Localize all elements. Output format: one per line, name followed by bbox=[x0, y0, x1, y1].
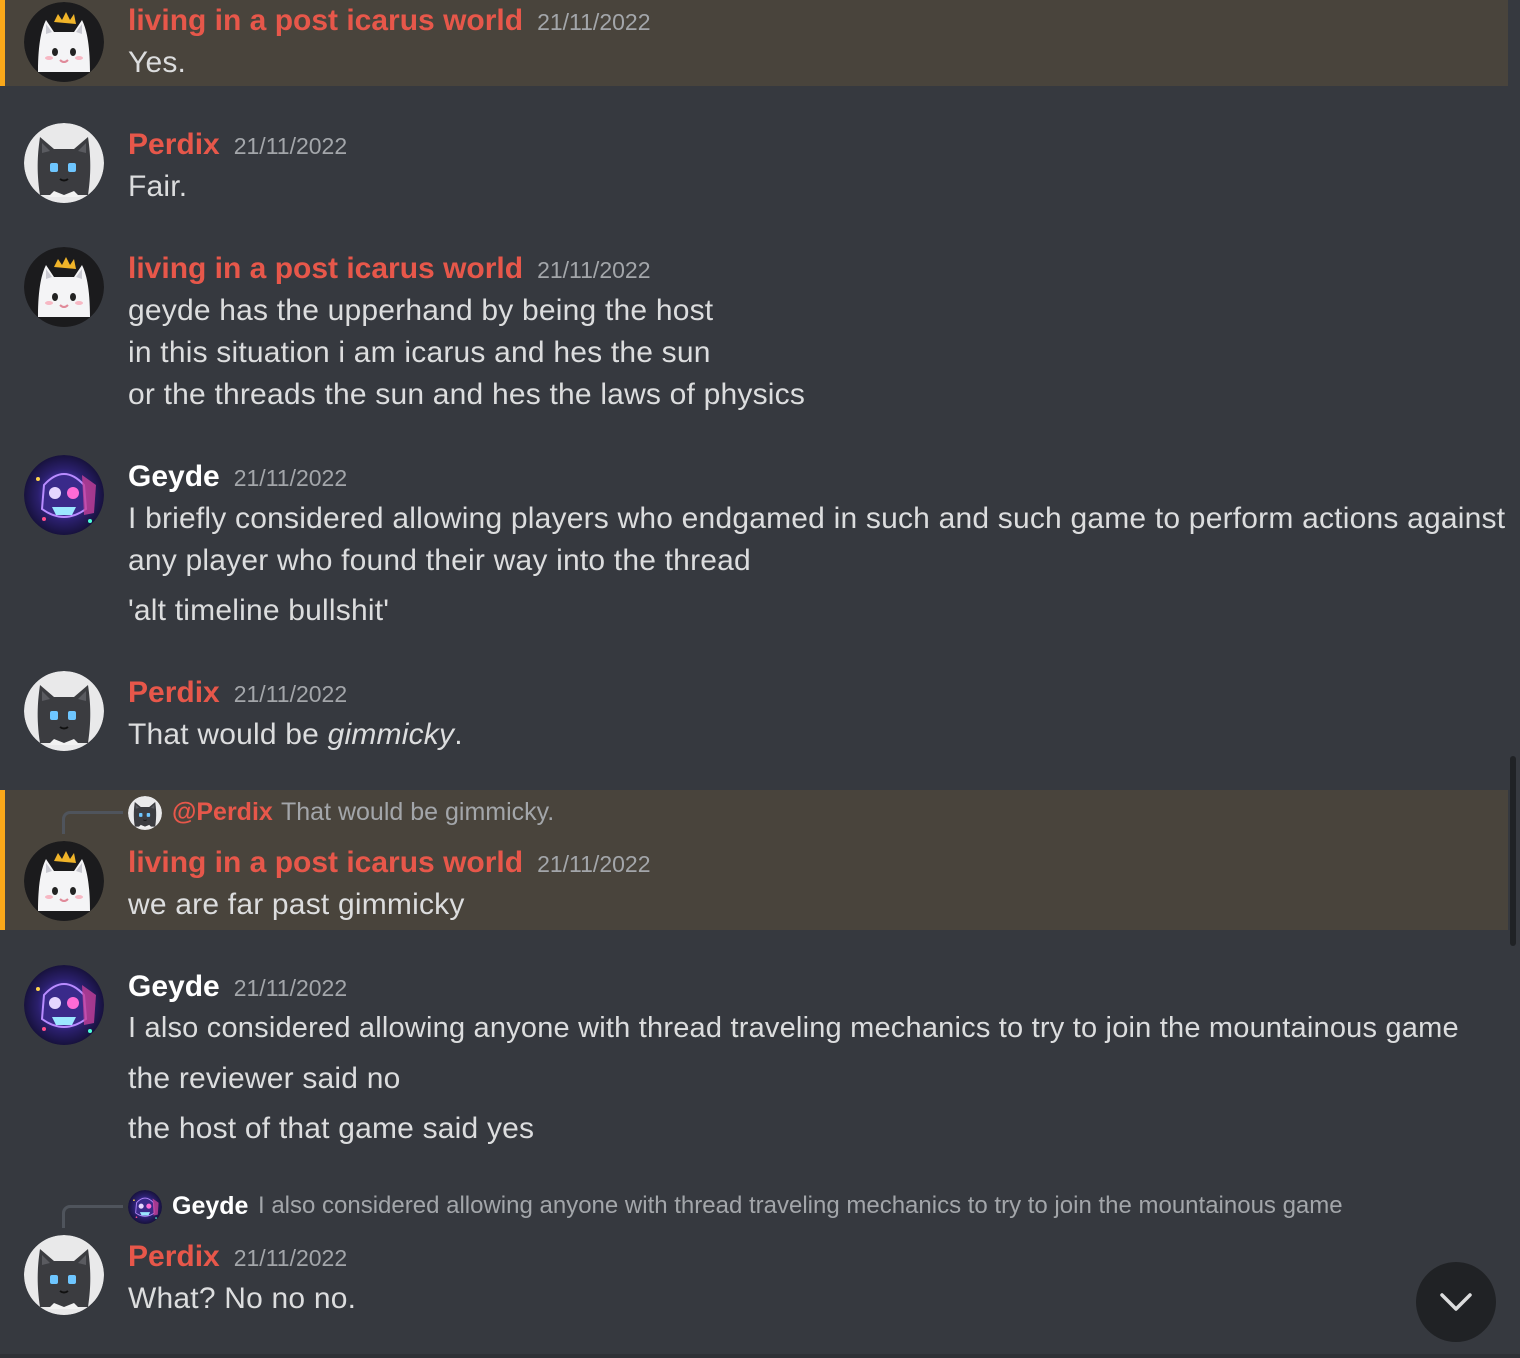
message-item[interactable]: Geyde 21/11/2022 I also considered allowi… bbox=[0, 928, 1508, 1154]
white-cat-crown-icon bbox=[24, 841, 104, 921]
message-header: living in a post icarus world 21/11/2022 bbox=[128, 4, 650, 38]
cosmic-skull-icon bbox=[24, 965, 104, 1045]
message-list[interactable]: living in a post icarus world 21/11/2022 … bbox=[0, 0, 1508, 1358]
avatar[interactable] bbox=[24, 1235, 104, 1315]
white-cat-crown-icon bbox=[24, 2, 104, 82]
timestamp: 21/11/2022 bbox=[233, 975, 348, 1001]
message-text: Yes. bbox=[128, 46, 187, 79]
white-cat-crown-icon bbox=[24, 247, 104, 327]
message-header: living in a post icarus world 21/11/2022 bbox=[128, 252, 650, 286]
timestamp: 21/11/2022 bbox=[233, 133, 348, 159]
scrollbar-thumb[interactable] bbox=[1510, 756, 1516, 946]
avatar[interactable] bbox=[24, 965, 104, 1045]
message-item[interactable]: Perdix 21/11/2022 Fair. bbox=[0, 86, 1508, 210]
message-text: or the threads the sun and hes the laws … bbox=[128, 378, 806, 411]
message-item[interactable]: Geyde I also considered allowing anyone … bbox=[0, 1184, 1508, 1354]
message-text: What? No no no. bbox=[128, 1282, 357, 1315]
avatar[interactable] bbox=[24, 841, 104, 921]
message-text: the host of that game said yes bbox=[128, 1112, 535, 1145]
avatar[interactable] bbox=[24, 123, 104, 203]
message-text: any player who found their way into the … bbox=[128, 544, 751, 577]
message-text: we are far past gimmicky bbox=[128, 888, 465, 921]
text-plain: . bbox=[454, 718, 463, 751]
cosmic-skull-icon bbox=[24, 455, 104, 535]
timestamp: 21/11/2022 bbox=[233, 1245, 348, 1271]
timestamp: 21/11/2022 bbox=[233, 681, 348, 707]
message-text: geyde has the upperhand by being the hos… bbox=[128, 294, 714, 327]
message-text: Fair. bbox=[128, 170, 188, 203]
message-header: Geyde 21/11/2022 bbox=[128, 970, 347, 1004]
timestamp: 21/11/2022 bbox=[233, 465, 348, 491]
reply-preview-text[interactable]: That would be gimmicky. bbox=[281, 798, 554, 827]
message-text: the reviewer said no bbox=[128, 1062, 401, 1095]
black-cat-icon bbox=[24, 1235, 104, 1315]
text-plain: That would be bbox=[128, 718, 328, 751]
message-item[interactable]: Geyde 21/11/2022 I briefly considered all… bbox=[0, 418, 1508, 644]
username[interactable]: Perdix bbox=[128, 1240, 220, 1273]
timestamp: 21/11/2022 bbox=[537, 257, 651, 283]
message-text: I also considered allowing anyone with t… bbox=[128, 1012, 1459, 1044]
timestamp: 21/11/2022 bbox=[537, 851, 651, 877]
reply-connector bbox=[62, 811, 123, 834]
message-text: in this situation i am icarus and hes th… bbox=[128, 336, 711, 369]
username[interactable]: Geyde bbox=[128, 460, 220, 493]
black-cat-icon bbox=[128, 796, 162, 830]
text-italic: gimmicky bbox=[327, 718, 455, 751]
message-item[interactable]: Perdix 21/11/2022 That would be gimmicky. bbox=[0, 634, 1508, 790]
message-item[interactable]: living in a post icarus world 21/11/2022 … bbox=[0, 210, 1508, 430]
black-cat-icon bbox=[24, 123, 104, 203]
cosmic-skull-icon bbox=[128, 1190, 162, 1224]
avatar[interactable] bbox=[24, 247, 104, 327]
chevron-down-icon bbox=[1440, 1293, 1472, 1311]
reply-connector bbox=[62, 1205, 123, 1228]
message-text: That would be gimmicky. bbox=[128, 718, 463, 752]
username[interactable]: living in a post icarus world bbox=[128, 846, 523, 879]
jump-to-present-button[interactable] bbox=[1416, 1262, 1496, 1342]
message-header: Perdix 21/11/2022 bbox=[128, 1240, 347, 1274]
reply-avatar[interactable] bbox=[128, 796, 162, 830]
timestamp: 21/11/2022 bbox=[537, 9, 651, 35]
reply-preview-text[interactable]: I also considered allowing anyone with t… bbox=[258, 1192, 1343, 1220]
avatar[interactable] bbox=[24, 455, 104, 535]
message-header: living in a post icarus world 21/11/2022 bbox=[128, 846, 650, 880]
message-header: Perdix 21/11/2022 bbox=[128, 128, 347, 162]
reply-username[interactable]: Geyde bbox=[172, 1192, 248, 1221]
message-item[interactable]: @Perdix That would be gimmicky. living i… bbox=[0, 790, 1508, 930]
message-header: Geyde 21/11/2022 bbox=[128, 460, 347, 494]
avatar[interactable] bbox=[24, 671, 104, 751]
message-item[interactable]: living in a post icarus world 21/11/2022 … bbox=[0, 0, 1508, 86]
message-text: 'alt timeline bullshit' bbox=[128, 594, 390, 627]
message-header: Perdix 21/11/2022 bbox=[128, 676, 347, 710]
username[interactable]: Geyde bbox=[128, 970, 220, 1003]
message-text: I briefly considered allowing players wh… bbox=[128, 502, 1506, 535]
black-cat-icon bbox=[24, 671, 104, 751]
username[interactable]: Perdix bbox=[128, 128, 220, 161]
reply-username[interactable]: @Perdix bbox=[172, 798, 273, 827]
username[interactable]: living in a post icarus world bbox=[128, 4, 523, 37]
username[interactable]: Perdix bbox=[128, 676, 220, 709]
avatar[interactable] bbox=[24, 2, 104, 82]
divider bbox=[0, 1354, 1520, 1358]
username[interactable]: living in a post icarus world bbox=[128, 252, 523, 285]
reply-avatar[interactable] bbox=[128, 1190, 162, 1224]
